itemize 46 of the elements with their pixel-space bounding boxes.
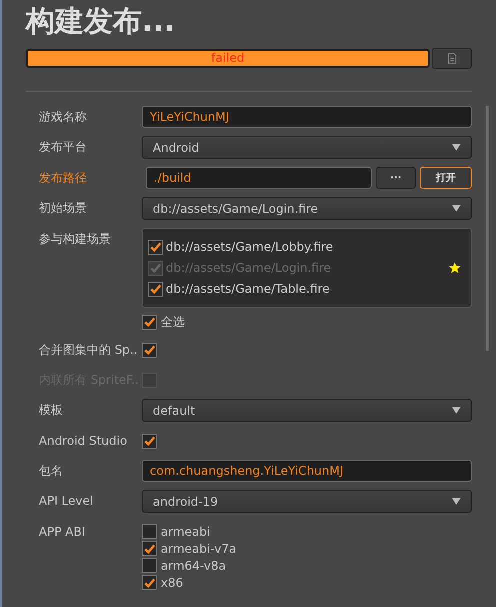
checkbox[interactable] <box>142 558 157 573</box>
field-label: APP ABI <box>39 524 86 541</box>
checkbox[interactable] <box>142 524 157 539</box>
field-label: 发布平台 <box>39 139 88 156</box>
scrollbar[interactable] <box>486 106 489 351</box>
dropdown-caret-icon <box>452 205 461 212</box>
text-field[interactable]: com.chuangsheng.YiLeYiChunMJ <box>142 460 472 482</box>
dropdown-caret-icon <box>452 407 461 414</box>
text-field[interactable]: YiLeYiChunMJ <box>142 106 472 128</box>
dropdown[interactable]: Android <box>142 136 472 159</box>
dropdown-caret-icon <box>452 144 461 151</box>
select-all-label: 全选 <box>161 314 185 331</box>
checkbox[interactable] <box>142 541 157 556</box>
path-field[interactable]: ./build <box>146 167 372 189</box>
abi-option-label: x86 <box>161 574 184 592</box>
dropdown[interactable]: android-19 <box>142 490 472 513</box>
field-label: 初始场景 <box>39 200 88 217</box>
file-icon <box>448 53 456 64</box>
window-title: 构建发布... <box>26 3 176 40</box>
checkbox[interactable] <box>148 282 163 296</box>
abi-option-label: armeabi <box>161 524 210 540</box>
checkbox[interactable] <box>142 342 157 358</box>
browse-button[interactable]: ··· <box>376 167 416 189</box>
field-label: 参与构建场景 <box>39 231 112 248</box>
abi-option-label: armeabi-v7a <box>161 540 237 558</box>
dropdown[interactable]: default <box>142 399 472 422</box>
field-label: 游戏名称 <box>39 109 88 126</box>
progress-status: failed <box>210 51 246 66</box>
field-label: 包名 <box>39 463 64 480</box>
field-label: API Level <box>39 493 94 510</box>
checkbox[interactable] <box>148 240 163 254</box>
field-label: 模板 <box>39 402 64 419</box>
scene-path: db://assets/Game/Login.fire <box>166 260 332 277</box>
open-button[interactable]: 打开 <box>420 167 472 189</box>
checkbox[interactable] <box>142 434 157 448</box>
abi-option-label: arm64-v8a <box>161 558 226 574</box>
log-file-button[interactable] <box>432 48 472 69</box>
field-label: Android Studio <box>39 433 128 450</box>
checkbox[interactable] <box>142 575 157 590</box>
dropdown-caret-icon <box>452 498 461 505</box>
dropdown[interactable]: db://assets/Game/Login.fire <box>142 197 472 220</box>
scene-path: db://assets/Game/Table.fire <box>166 281 331 298</box>
checkbox[interactable] <box>142 314 157 330</box>
field-label: 发布路径 <box>39 170 88 187</box>
field-label: 合并图集中的 Sp.. <box>39 342 139 359</box>
scene-path: db://assets/Game/Lobby.fire <box>166 239 334 256</box>
